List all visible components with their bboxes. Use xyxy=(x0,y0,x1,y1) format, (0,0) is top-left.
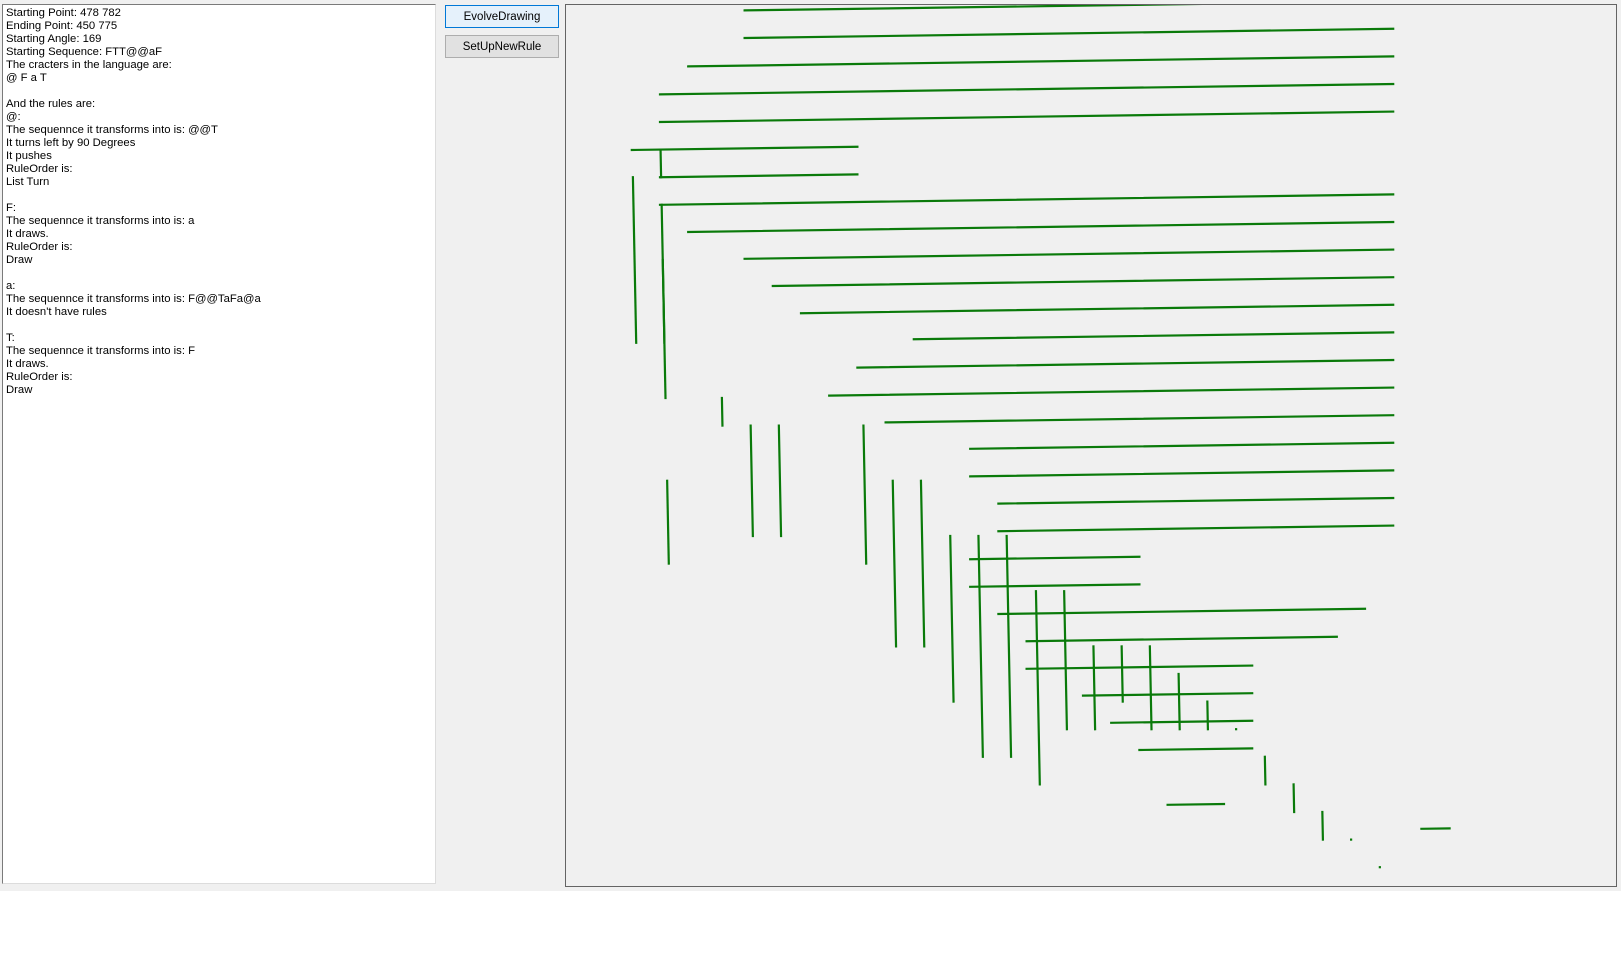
drawing-segment xyxy=(862,424,868,565)
drawing-segment xyxy=(969,469,1395,478)
drawing-segment xyxy=(1005,534,1013,758)
drawing-segment xyxy=(1177,672,1181,731)
drawing-segment xyxy=(828,386,1395,397)
drawing-segment xyxy=(1025,664,1254,670)
drawing-segment xyxy=(977,534,984,758)
info-line: The sequennce it transforms into is: F@@… xyxy=(6,293,261,305)
info-line: It draws. xyxy=(6,358,49,370)
main-window: Starting Point: 478 782 Ending Point: 450… xyxy=(0,0,1621,891)
info-line: Draw xyxy=(6,384,33,396)
drawing-segment xyxy=(1263,755,1267,786)
drawing-segment xyxy=(687,55,1395,68)
drawing-segment xyxy=(891,479,898,648)
l-system-drawing xyxy=(630,5,1451,869)
info-line: The cracters in the language are: xyxy=(6,59,172,71)
drawing-segment xyxy=(659,148,663,179)
drawing-canvas xyxy=(565,4,1617,887)
info-line xyxy=(6,319,432,332)
drawing-segment xyxy=(1092,645,1097,731)
set-up-new-rule-label: SetUpNewRule xyxy=(462,40,542,53)
drawing-segment xyxy=(919,479,926,648)
drawing-segment xyxy=(1148,645,1153,731)
info-line: The sequennce it transforms into is: F xyxy=(6,345,195,357)
info-line: @: xyxy=(6,111,21,123)
drawing-segment xyxy=(743,248,1395,260)
drawing-segment xyxy=(969,441,1395,450)
drawing-segment xyxy=(1166,802,1226,806)
info-line: @ F a T xyxy=(6,72,47,84)
info-line: It doesn't have rules xyxy=(6,306,107,318)
evolve-drawing-button[interactable]: EvolveDrawing xyxy=(445,5,559,28)
info-line: It pushes xyxy=(6,150,52,162)
drawing-segment xyxy=(687,220,1395,234)
info-line: RuleOrder is: xyxy=(6,163,73,175)
info-line: Starting Point: 478 782 xyxy=(6,7,121,19)
info-line: F: xyxy=(6,202,17,214)
info-line: The sequennce it transforms into is: @@T xyxy=(6,124,218,136)
rule-info-textbox[interactable]: Starting Point: 478 782 Ending Point: 450… xyxy=(2,4,436,884)
drawing-segment xyxy=(969,555,1141,561)
drawing-segment xyxy=(658,82,1395,96)
drawing-segment xyxy=(631,176,638,344)
drawing-segment xyxy=(1025,635,1338,643)
drawing-segment xyxy=(799,303,1395,315)
info-line: List Turn xyxy=(6,176,50,188)
info-line: RuleOrder is: xyxy=(6,371,73,383)
drawing-segment xyxy=(771,276,1395,288)
drawing-segment xyxy=(630,145,859,152)
info-line: Starting Sequence: FTT@@aF xyxy=(6,46,163,58)
drawing-segment xyxy=(912,331,1395,341)
info-line: Starting Angle: 169 xyxy=(6,33,102,45)
info-line: And the rules are: xyxy=(6,98,96,110)
info-line: T: xyxy=(6,332,15,344)
drawing-segment xyxy=(997,496,1395,505)
drawing-segment xyxy=(1206,700,1210,731)
drawing-segment xyxy=(1120,645,1124,703)
drawing-segment xyxy=(1110,719,1254,724)
drawing-segment xyxy=(658,110,1395,124)
drawing-segment xyxy=(743,5,1203,12)
drawing-segment xyxy=(1292,783,1296,814)
drawing-segment xyxy=(658,193,1395,206)
drawing-segment xyxy=(997,524,1395,533)
info-line: a: xyxy=(6,280,16,292)
set-up-new-rule-button[interactable]: SetUpNewRule xyxy=(445,35,559,58)
drawing-segment xyxy=(1138,747,1254,752)
drawing-segment xyxy=(1063,590,1069,731)
info-line: It draws. xyxy=(6,228,49,240)
drawing-segment xyxy=(884,414,1395,424)
info-line xyxy=(6,85,432,98)
drawing-segment xyxy=(1081,692,1254,697)
drawing-segment xyxy=(660,203,667,400)
info-line: Ending Point: 450 775 xyxy=(6,20,118,32)
info-line: RuleOrder is: xyxy=(6,241,73,253)
info-line xyxy=(6,189,432,202)
drawing-segment xyxy=(949,534,955,703)
drawing-segment xyxy=(658,173,859,179)
info-line: The sequennce it transforms into is: a xyxy=(6,215,195,227)
info-line: Draw xyxy=(6,254,33,266)
drawing-segment xyxy=(1321,810,1325,841)
drawing-segment xyxy=(749,424,754,538)
drawing-segment xyxy=(666,479,670,565)
info-line xyxy=(6,267,432,280)
drawing-segment xyxy=(743,27,1395,40)
evolve-drawing-label: EvolveDrawing xyxy=(463,10,541,23)
drawing-segment xyxy=(777,424,783,538)
drawing-segment xyxy=(997,607,1367,616)
info-line: It turns left by 90 Degrees xyxy=(6,137,136,149)
drawing-segment xyxy=(720,396,724,427)
drawing-segment xyxy=(856,358,1395,369)
drawing-segment xyxy=(1034,590,1041,786)
drawing-segment xyxy=(969,583,1141,588)
